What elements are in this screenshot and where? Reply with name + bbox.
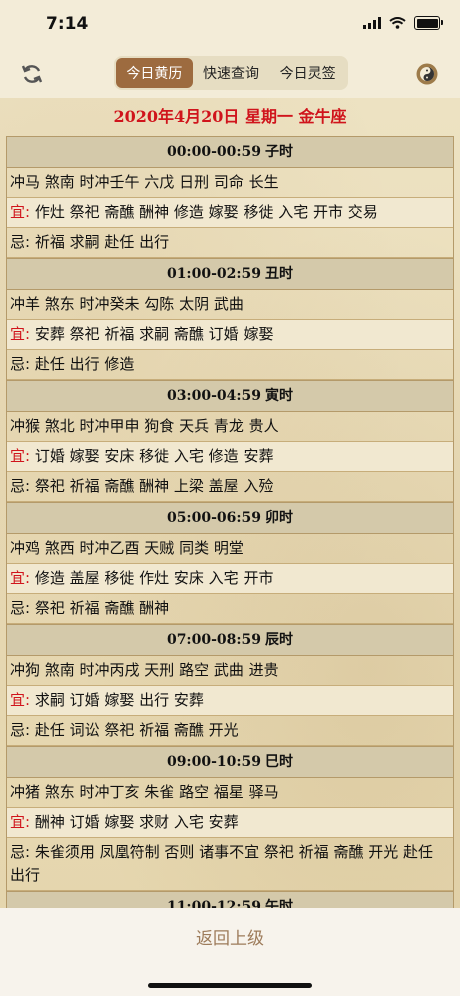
avoid-row: 忌: 祈福 求嗣 赴任 出行 [7,228,453,258]
hour-name: 卯时 [265,510,294,526]
bottom-bar: 返回上级 [0,908,460,996]
tab-today-oracle[interactable]: 今日灵签 [269,58,346,88]
suitable-text: 作灶 祭祀 斋醮 酬神 修造 嫁娶 移徙 入宅 开市 交易 [34,203,378,221]
avoid-label: 忌: [10,843,31,861]
hour-block: 11:00-12:59 午时 [6,891,454,908]
suitable-row: 宜: 修造 盖屋 移徙 作灶 安床 入宅 开市 [7,564,453,594]
hour-range: 03:00-04:59 [166,388,262,404]
suitable-label: 宜: [10,325,31,343]
avoid-row: 忌: 祭祀 祈福 斋醮 酬神 [7,594,453,624]
suitable-row: 宜: 酬神 订婚 嫁娶 求财 入宅 安葬 [7,808,453,838]
hour-range: 05:00-06:59 [166,510,262,526]
avoid-text: 朱雀须用 凤凰符制 否则 诸事不宜 祭祀 祈福 斋醮 开光 赴任 出行 [10,843,433,884]
suitable-text: 修造 盖屋 移徙 作灶 安床 入宅 开市 [34,569,274,587]
hour-header: 00:00-00:59 子时 [7,136,453,168]
hour-header: 03:00-04:59 寅时 [7,380,453,412]
almanac-content[interactable]: 2020年4月20日 星期一 金牛座 00:00-00:59 子时 冲马 煞南 时… [0,98,460,908]
refresh-icon[interactable] [20,62,44,86]
avoid-row: 忌: 赴任 词讼 祭祀 祈福 斋醮 开光 [7,716,453,746]
hour-block: 00:00-00:59 子时 冲马 煞南 时冲壬午 六戊 日刑 司命 长生 宜: … [6,136,454,258]
hour-block: 05:00-06:59 卯时 冲鸡 煞西 时冲乙酉 天贼 同类 明堂 宜: 修造 … [6,502,454,624]
tab-segment: 今日黄历 快速查询 今日灵签 [114,56,348,90]
date-title: 2020年4月20日 星期一 金牛座 [113,107,347,126]
hour-info: 冲鸡 煞西 时冲乙酉 天贼 同类 明堂 [7,534,453,564]
hour-name: 巳时 [265,754,294,770]
hour-info: 冲羊 煞东 时冲癸未 勾陈 太阴 武曲 [7,290,453,320]
tab-today-almanac[interactable]: 今日黄历 [116,58,193,88]
suitable-row: 宜: 求嗣 订婚 嫁娶 出行 安葬 [7,686,453,716]
wifi-icon [389,17,406,29]
suitable-label: 宜: [10,447,31,465]
avoid-label: 忌: [10,477,31,495]
suitable-label: 宜: [10,569,31,587]
avoid-text: 赴任 词讼 祭祀 祈福 斋醮 开光 [34,721,239,739]
avoid-label: 忌: [10,233,31,251]
status-bar: 7:14 [0,0,460,50]
avoid-text: 祈福 求嗣 赴任 出行 [34,233,170,251]
hour-header: 01:00-02:59 丑时 [7,258,453,290]
hour-info: 冲马 煞南 时冲壬午 六戊 日刑 司命 长生 [7,168,453,198]
hour-block: 09:00-10:59 巳时 冲猪 煞东 时冲丁亥 朱雀 路空 福星 驿马 宜: … [6,746,454,891]
hour-range: 11:00-12:59 [166,899,262,908]
hour-range: 01:00-02:59 [166,266,262,282]
nav-bar: 今日黄历 快速查询 今日灵签 [0,50,460,98]
avoid-label: 忌: [10,721,31,739]
hour-name: 子时 [265,144,294,160]
avoid-text: 赴任 出行 修造 [34,355,135,373]
hour-name: 辰时 [265,632,294,648]
suitable-text: 订婚 嫁娶 安床 移徙 入宅 修造 安葬 [34,447,274,465]
home-indicator [148,983,312,988]
suitable-label: 宜: [10,203,31,221]
suitable-label: 宜: [10,813,31,831]
avoid-label: 忌: [10,599,31,617]
avoid-row: 忌: 朱雀须用 凤凰符制 否则 诸事不宜 祭祀 祈福 斋醮 开光 赴任 出行 [7,838,453,891]
hour-info: 冲猴 煞北 时冲甲申 狗食 天兵 青龙 贵人 [7,412,453,442]
battery-icon [414,16,443,30]
hour-name: 午时 [265,899,294,908]
suitable-row: 宜: 安葬 祭祀 祈福 求嗣 斋醮 订婚 嫁娶 [7,320,453,350]
hour-header: 11:00-12:59 午时 [7,891,453,908]
hour-name: 寅时 [265,388,294,404]
hour-block: 03:00-04:59 寅时 冲猴 煞北 时冲甲申 狗食 天兵 青龙 贵人 宜: … [6,380,454,502]
hour-block: 07:00-08:59 辰时 冲狗 煞南 时冲丙戌 天刑 路空 武曲 进贵 宜: … [6,624,454,746]
hour-info: 冲猪 煞东 时冲丁亥 朱雀 路空 福星 驿马 [7,778,453,808]
suitable-text: 求嗣 订婚 嫁娶 出行 安葬 [34,691,204,709]
yinyang-icon[interactable] [416,63,438,85]
avoid-label: 忌: [10,355,31,373]
hour-range: 07:00-08:59 [166,632,262,648]
back-button[interactable]: 返回上级 [0,924,460,949]
avoid-row: 忌: 祭祀 祈福 斋醮 酬神 上梁 盖屋 入殓 [7,472,453,502]
status-time: 7:14 [46,14,89,34]
suitable-row: 宜: 订婚 嫁娶 安床 移徙 入宅 修造 安葬 [7,442,453,472]
hour-range: 00:00-00:59 [166,144,262,160]
suitable-label: 宜: [10,691,31,709]
cellular-signal-icon [363,17,381,29]
suitable-text: 安葬 祭祀 祈福 求嗣 斋醮 订婚 嫁娶 [34,325,274,343]
hour-header: 09:00-10:59 巳时 [7,746,453,778]
avoid-row: 忌: 赴任 出行 修造 [7,350,453,380]
hour-header: 05:00-06:59 卯时 [7,502,453,534]
suitable-text: 酬神 订婚 嫁娶 求财 入宅 安葬 [34,813,239,831]
avoid-text: 祭祀 祈福 斋醮 酬神 上梁 盖屋 入殓 [34,477,274,495]
hour-block: 01:00-02:59 丑时 冲羊 煞东 时冲癸未 勾陈 太阴 武曲 宜: 安葬 … [6,258,454,380]
avoid-text: 祭祀 祈福 斋醮 酬神 [34,599,170,617]
status-icons [363,16,443,30]
hour-info: 冲狗 煞南 时冲丙戌 天刑 路空 武曲 进贵 [7,656,453,686]
hour-range: 09:00-10:59 [166,754,262,770]
tab-quick-search[interactable]: 快速查询 [193,58,270,88]
hour-name: 丑时 [265,266,294,282]
hour-header: 07:00-08:59 辰时 [7,624,453,656]
suitable-row: 宜: 作灶 祭祀 斋醮 酬神 修造 嫁娶 移徙 入宅 开市 交易 [7,198,453,228]
